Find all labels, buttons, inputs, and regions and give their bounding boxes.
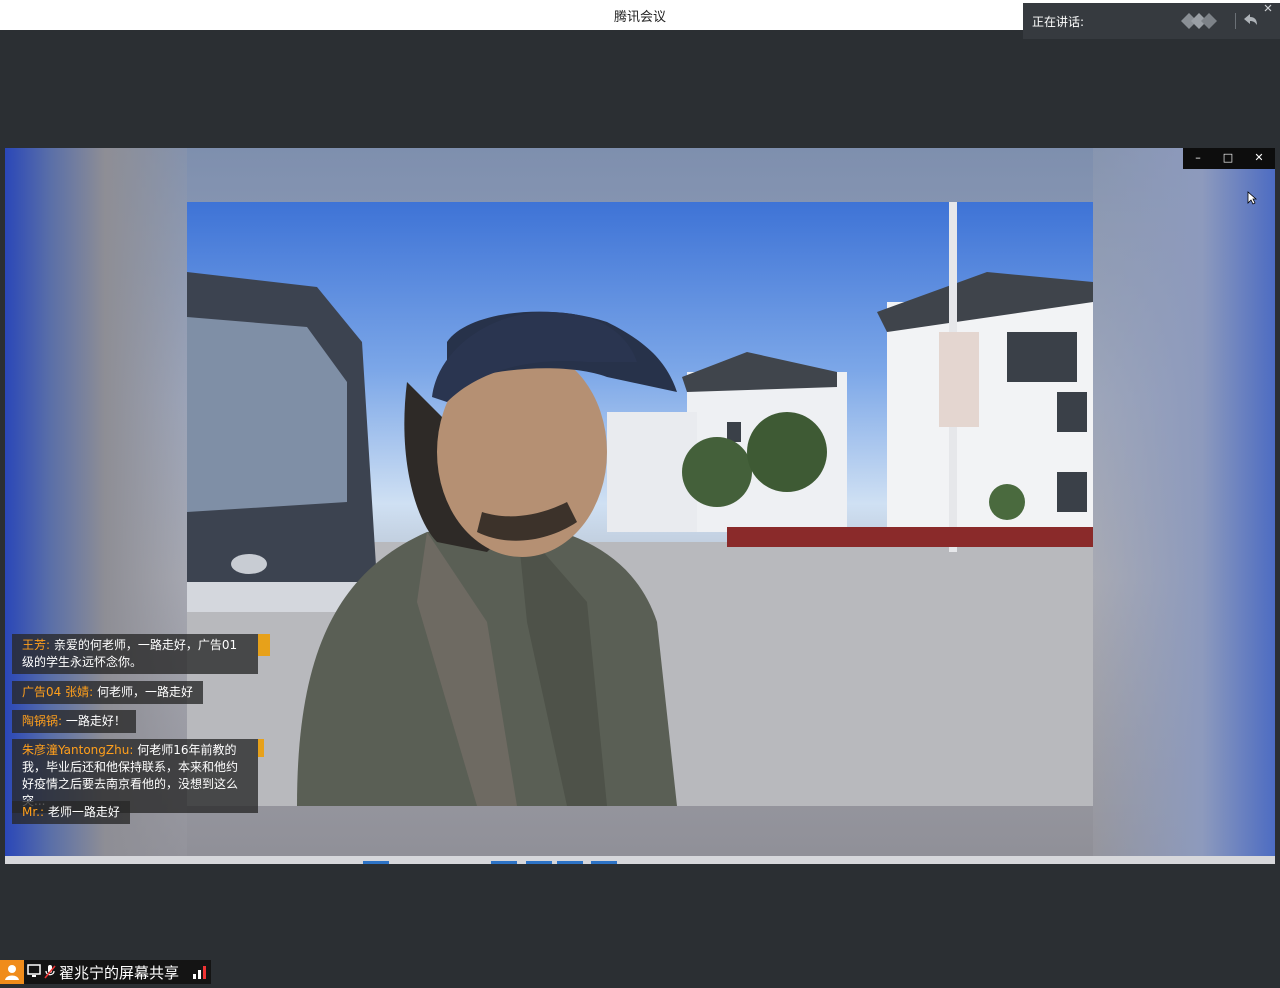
user-icon[interactable] [0,960,24,984]
taskbar-item [557,861,583,864]
comment-item: 王芳: 亲爱的何老师，一路走好，广告01级的学生永远怀念你。 [12,634,258,674]
reply-icon[interactable] [1241,11,1259,29]
speaker-diamonds-icon [1181,13,1217,29]
speaking-indicator: 正在讲话: [1023,3,1280,39]
close-icon[interactable] [1262,3,1274,15]
signal-icon [193,966,206,979]
comment-text: 老师一路走好 [44,805,120,819]
speaking-separator [1235,13,1236,29]
taskbar-item [491,861,517,864]
shared-window-controls: – □ ✕ [1183,148,1275,169]
close-button[interactable]: ✕ [1252,151,1266,165]
comment-text: 亲爱的何老师，一路走好，广告01级的学生永远怀念你。 [22,638,238,669]
photo-illustration [187,202,1093,806]
comment-author: 王芳: [22,638,51,652]
comment-item: 广告04 张婧: 何老师，一路走好 [12,681,203,704]
taskbar-item [526,861,552,864]
share-label: 翟兆宁的屏幕共享 [59,964,180,982]
comment-author: 广告04 张婧: [22,685,94,699]
taskbar-item [591,861,617,864]
comment-accent [258,739,264,757]
comment-text: 一路走好！ [62,714,126,728]
comment-author: 陶锅锅: [22,714,63,728]
cursor-icon [1247,191,1257,205]
screen-share-icon[interactable] [27,964,41,978]
comment-item: Mr.: 老师一路走好 [12,801,130,824]
blur-right [1093,148,1275,864]
comment-text: 何老师，一路走好 [93,685,193,699]
share-status-bar[interactable]: 翟兆宁的屏幕共享 [0,960,211,984]
shared-taskbar [5,856,1275,864]
comment-author: 朱彦潼YantongZhu: [22,743,134,757]
comment-accent [258,634,270,656]
minimize-button[interactable]: – [1191,151,1205,165]
shared-photo [187,202,1093,806]
speaking-label: 正在讲话: [1032,15,1085,29]
comment-author: Mr.: [22,805,45,819]
comment-item: 陶锅锅: 一路走好！ [12,710,136,733]
mic-muted-icon[interactable] [44,964,56,980]
maximize-button[interactable]: □ [1221,151,1235,165]
taskbar-item [363,861,389,864]
